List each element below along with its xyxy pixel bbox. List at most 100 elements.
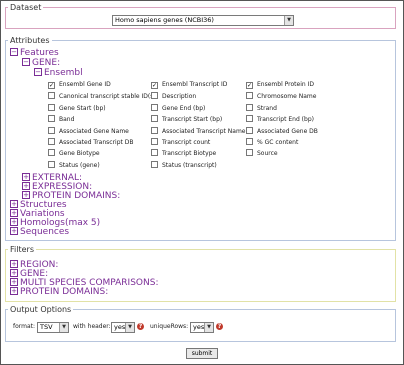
sequences-label: Sequences xyxy=(20,227,70,237)
attribute-item[interactable]: Associated Transcript DB xyxy=(48,138,134,147)
plus-icon: + xyxy=(10,218,18,226)
attribute-item[interactable]: Canonical transcript stable ID(s) xyxy=(48,92,156,101)
checkbox[interactable] xyxy=(48,104,55,111)
dropdown-arrow-icon: ▼ xyxy=(284,16,293,25)
plus-icon: + xyxy=(10,200,18,208)
attribute-item[interactable]: Associated Transcript Name xyxy=(151,127,246,136)
checkbox[interactable] xyxy=(246,138,253,145)
gene-toggle[interactable]: − GENE: xyxy=(22,58,60,68)
filter-protein-domains-toggle[interactable]: + PROTEIN DOMAINS: xyxy=(10,287,108,297)
checkbox-checked[interactable]: ✓ xyxy=(151,82,158,89)
attribute-item[interactable]: Gene Start (bp) xyxy=(48,104,106,113)
plus-icon: + xyxy=(10,278,18,286)
attribute-label: Canonical transcript stable ID(s) xyxy=(59,93,156,100)
unique-rows-select[interactable]: yes ▼ xyxy=(190,322,214,333)
attribute-label: Gene End (bp) xyxy=(162,105,206,112)
attribute-item[interactable]: Associated Gene DB xyxy=(246,127,318,136)
plus-icon: + xyxy=(10,209,18,217)
checkbox[interactable] xyxy=(48,127,55,134)
attribute-label: Ensembl Protein ID xyxy=(257,81,314,88)
attribute-item[interactable]: Transcript Biotype xyxy=(151,149,216,158)
filter-protein-domains-label: PROTEIN DOMAINS: xyxy=(20,287,109,297)
attribute-item[interactable]: Description xyxy=(151,92,196,101)
attribute-label: Associated Transcript Name xyxy=(162,128,246,135)
unique-rows-select-value: yes xyxy=(193,323,205,331)
attribute-item[interactable]: Transcript Start (bp) xyxy=(151,115,222,124)
attribute-item[interactable]: ✓ Ensembl Gene ID xyxy=(48,81,111,89)
with-header-select[interactable]: yes ▼ xyxy=(111,322,135,333)
with-header-label: with header: xyxy=(73,323,111,330)
checkbox[interactable] xyxy=(246,104,253,111)
attribute-label: Transcript count xyxy=(162,139,211,146)
dropdown-arrow-icon: ▼ xyxy=(125,323,134,332)
checkbox[interactable] xyxy=(48,115,55,122)
features-toggle[interactable]: − Features xyxy=(10,48,59,58)
checkbox[interactable] xyxy=(151,161,158,168)
attribute-label: Source xyxy=(257,150,278,157)
attribute-item[interactable]: Transcript count xyxy=(151,138,210,147)
plus-icon: + xyxy=(10,269,18,277)
attribute-label: Strand xyxy=(257,105,277,112)
attribute-label: Chromosome Name xyxy=(257,93,317,100)
checkbox[interactable] xyxy=(151,92,158,99)
checkbox[interactable] xyxy=(246,149,253,156)
attribute-label: Status (gene) xyxy=(59,162,100,169)
dataset-legend: Dataset xyxy=(10,3,42,12)
dataset-select[interactable]: Homo sapiens genes (NCBI36) ▼ xyxy=(112,15,294,26)
attribute-label: Gene Biotype xyxy=(59,150,100,157)
output-options-legend: Output Options xyxy=(10,305,72,314)
plus-icon: + xyxy=(22,173,30,181)
plus-icon: + xyxy=(10,287,18,295)
checkbox[interactable] xyxy=(48,161,55,168)
attribute-item[interactable]: Strand xyxy=(246,104,277,113)
attribute-item[interactable]: Status (gene) xyxy=(48,161,100,170)
checkbox[interactable] xyxy=(151,149,158,156)
attribute-item[interactable]: Source xyxy=(246,149,278,158)
attribute-label: Associated Gene DB xyxy=(257,128,318,135)
attribute-label: Status (transcript) xyxy=(162,162,217,169)
checkbox[interactable] xyxy=(151,115,158,122)
gene-label: GENE: xyxy=(32,58,61,68)
submit-button[interactable]: submit xyxy=(186,348,218,359)
checkbox[interactable] xyxy=(246,115,253,122)
attribute-item[interactable]: Gene Biotype xyxy=(48,149,100,158)
features-label: Features xyxy=(20,48,59,58)
help-icon[interactable]: ? xyxy=(137,323,144,330)
checkbox[interactable] xyxy=(48,138,55,145)
checkbox[interactable] xyxy=(151,138,158,145)
attribute-item[interactable]: Associated Gene Name xyxy=(48,127,129,136)
checkbox[interactable] xyxy=(48,149,55,156)
attribute-label: Ensembl Gene ID xyxy=(59,81,111,88)
attribute-item[interactable]: Transcript End (bp) xyxy=(246,115,314,124)
plus-icon: + xyxy=(10,260,18,268)
attribute-item[interactable]: Gene End (bp) xyxy=(151,104,205,113)
attribute-label: Band xyxy=(59,116,75,123)
plus-icon: + xyxy=(22,182,30,190)
attribute-label: % GC content xyxy=(257,139,299,146)
format-select[interactable]: TSV ▼ xyxy=(37,322,69,333)
dropdown-arrow-icon: ▼ xyxy=(204,323,213,332)
dataset-select-value: Homo sapiens genes (NCBI36) xyxy=(115,16,214,24)
minus-icon: − xyxy=(10,48,18,56)
plus-icon: + xyxy=(22,191,30,199)
checkbox[interactable] xyxy=(246,92,253,99)
checkbox[interactable] xyxy=(151,104,158,111)
attribute-item[interactable]: Band xyxy=(48,115,74,124)
help-icon[interactable]: ? xyxy=(216,323,223,330)
attribute-item[interactable]: Chromosome Name xyxy=(246,92,316,101)
attribute-item[interactable]: % GC content xyxy=(246,138,298,147)
dropdown-arrow-icon: ▼ xyxy=(59,323,68,332)
attribute-label: Transcript Start (bp) xyxy=(162,116,223,123)
attribute-item[interactable]: ✓ Ensembl Protein ID xyxy=(246,81,314,89)
checkbox[interactable] xyxy=(48,92,55,99)
attribute-item[interactable]: ✓ Ensembl Transcript ID xyxy=(151,81,227,89)
checkbox-checked[interactable]: ✓ xyxy=(246,82,253,89)
checkbox[interactable] xyxy=(151,127,158,134)
ensembl-toggle[interactable]: − Ensembl xyxy=(34,68,83,78)
attribute-item[interactable]: Status (transcript) xyxy=(151,161,217,170)
attributes-legend: Attributes xyxy=(10,36,50,45)
sequences-toggle[interactable]: + Sequences xyxy=(10,227,69,237)
attribute-label: Description xyxy=(162,93,197,100)
checkbox-checked[interactable]: ✓ xyxy=(48,82,55,89)
checkbox[interactable] xyxy=(246,127,253,134)
